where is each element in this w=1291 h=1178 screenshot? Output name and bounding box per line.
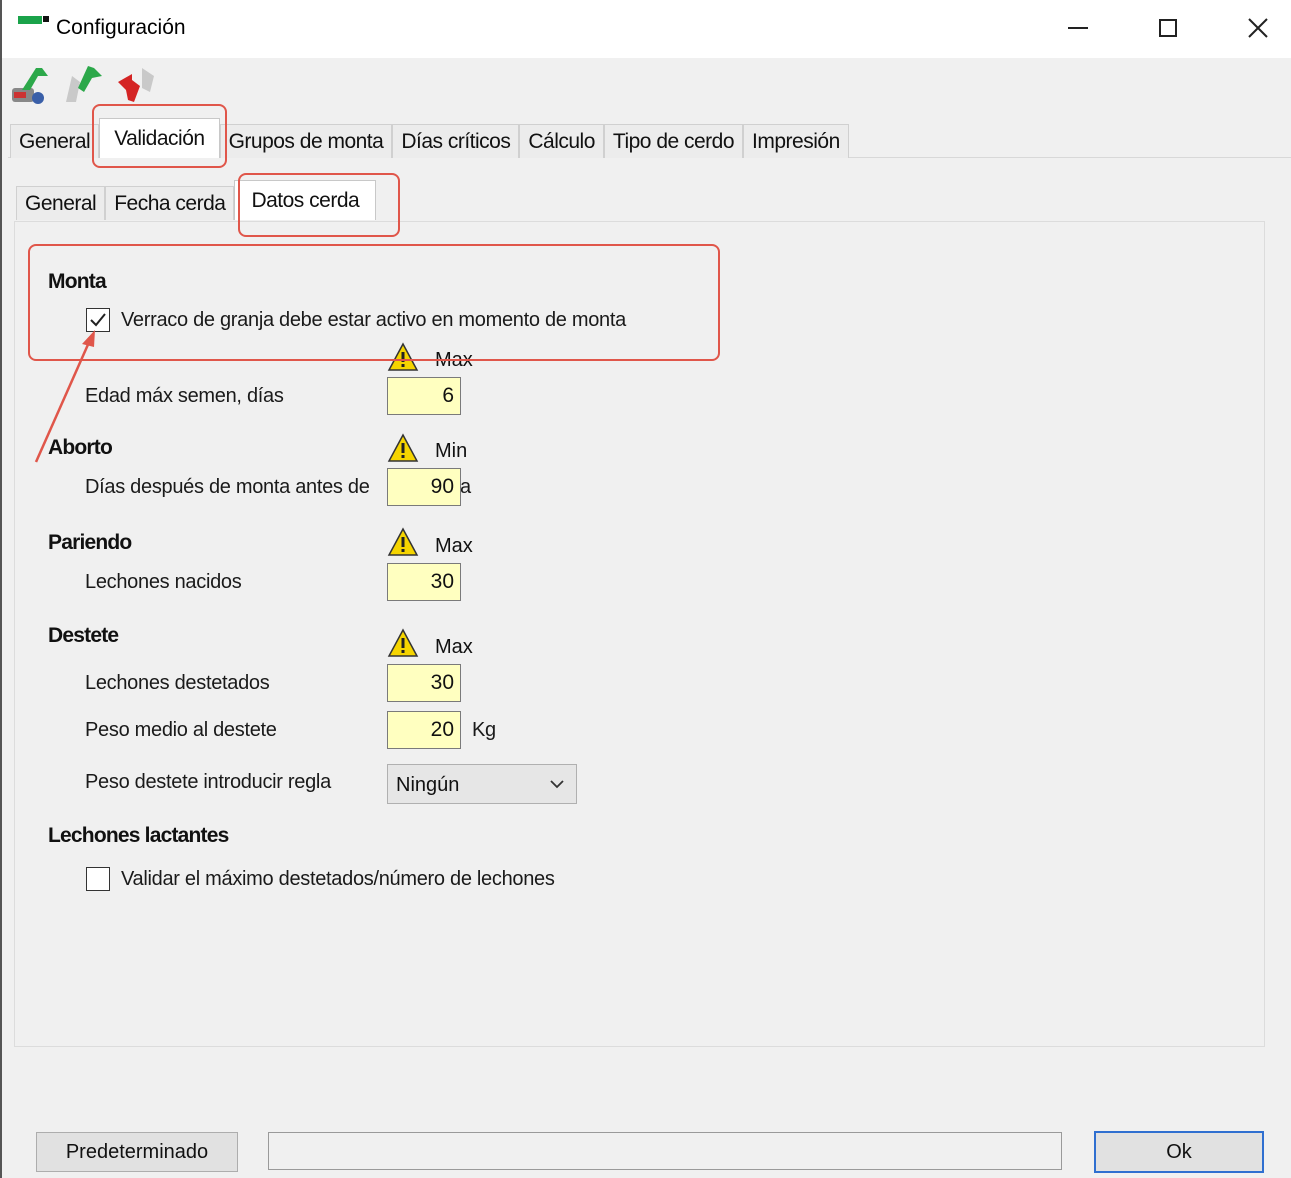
lechones-destetados-label: Lechones destetados (85, 672, 270, 694)
warning-icon (387, 527, 419, 556)
dias-despues-monta-input[interactable]: 90 (387, 468, 461, 506)
section-aborto-title: Aborto (48, 436, 113, 459)
highlight-validacion-tab (92, 104, 227, 168)
edad-max-semen-label: Edad máx semen, días (85, 385, 284, 407)
peso-destete-regla-label: Peso destete introducir regla (85, 771, 331, 793)
tab-calculo[interactable]: Cálculo (519, 124, 604, 158)
subtab-fecha-cerda[interactable]: Fecha cerda (105, 186, 235, 220)
validar-maximo-label: Validar el máximo destetados/número de l… (121, 868, 555, 890)
peso-destete-regla-value: Ningún (396, 774, 460, 796)
title-bar: Configuración (2, 0, 1291, 58)
predeterminado-button[interactable]: Predeterminado (36, 1132, 238, 1172)
peso-destete-regla-select[interactable]: Ningún (387, 764, 577, 804)
toolbar (8, 62, 208, 108)
minimize-button[interactable] (1048, 8, 1108, 48)
forward-green-icon[interactable] (62, 62, 110, 108)
chevron-down-icon (550, 780, 564, 789)
warning-icon (387, 433, 419, 462)
app-icon (18, 16, 49, 28)
close-button[interactable] (1228, 8, 1288, 48)
section-lactantes-title: Lechones lactantes (48, 824, 229, 847)
tab-impresion[interactable]: Impresión (743, 124, 849, 158)
section-destete-title: Destete (48, 624, 119, 647)
aborto-limit-header: Min (435, 440, 468, 462)
pariendo-limit-header: Max (435, 535, 473, 557)
ok-button[interactable]: Ok (1094, 1131, 1264, 1173)
lechones-nacidos-input[interactable]: 30 (387, 563, 461, 601)
undo-red-icon[interactable] (114, 62, 162, 108)
tab-general[interactable]: General (10, 124, 100, 158)
subtab-general[interactable]: General (16, 186, 106, 220)
peso-unit-label: Kg (472, 719, 496, 741)
peso-medio-destete-label: Peso medio al destete (85, 719, 277, 741)
config-window: Configuración General Validación Grupos … (0, 0, 1291, 1178)
section-pariendo-title: Pariendo (48, 531, 132, 554)
tab-dias-criticos[interactable]: Días críticos (392, 124, 520, 158)
edad-max-semen-input[interactable]: 6 (387, 377, 461, 415)
maximize-button[interactable] (1138, 8, 1198, 48)
lechones-destetados-input[interactable]: 30 (387, 664, 461, 702)
window-title: Configuración (56, 16, 186, 39)
warning-icon (387, 628, 419, 657)
dias-despues-monta-suffix: a (460, 476, 471, 498)
tab-tipo-de-cerdo[interactable]: Tipo de cerdo (603, 124, 744, 158)
peso-medio-destete-input[interactable]: 20 (387, 711, 461, 749)
highlight-monta-section (28, 244, 720, 361)
status-field (268, 1132, 1062, 1170)
destete-limit-header: Max (435, 636, 473, 658)
lechones-nacidos-label: Lechones nacidos (85, 571, 242, 593)
close-icon (1248, 18, 1268, 38)
save-all-icon[interactable] (8, 62, 56, 108)
validar-maximo-checkbox[interactable] (86, 867, 110, 891)
dias-despues-monta-label: Días después de monta antes de (85, 476, 370, 498)
tab-grupos-de-monta[interactable]: Grupos de monta (219, 124, 393, 158)
highlight-datos-cerda-tab (238, 173, 400, 237)
